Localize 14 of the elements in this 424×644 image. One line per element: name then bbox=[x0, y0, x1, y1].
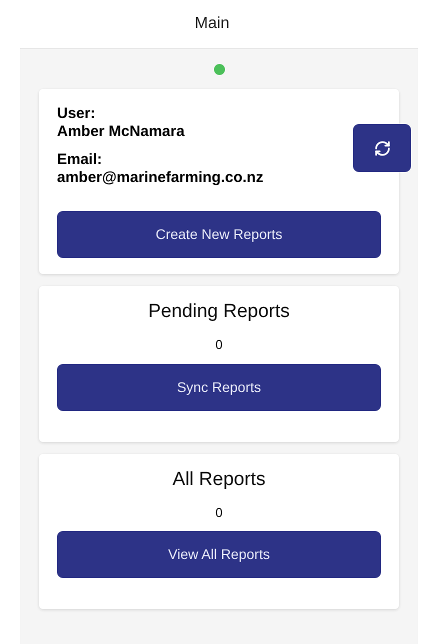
user-name: Amber McNamara bbox=[57, 123, 186, 141]
refresh-icon bbox=[374, 140, 390, 156]
report-count: 0 bbox=[215, 336, 223, 354]
create-new-reports-button[interactable]: Create New Reports bbox=[57, 211, 381, 258]
refresh-button[interactable] bbox=[353, 124, 411, 172]
report-card-title: All Reports bbox=[172, 468, 266, 492]
email-address: amber@marinefarming.co.nz bbox=[57, 169, 264, 187]
email-label: Email: bbox=[57, 151, 104, 169]
report-card-title: Pending Reports bbox=[148, 300, 290, 324]
report-action-button[interactable]: Sync Reports bbox=[57, 364, 381, 410]
report-count: 0 bbox=[215, 504, 223, 522]
header-title: Main bbox=[194, 14, 230, 34]
user-label: User: bbox=[57, 105, 96, 123]
report-action-button[interactable]: View All Reports bbox=[57, 531, 381, 578]
